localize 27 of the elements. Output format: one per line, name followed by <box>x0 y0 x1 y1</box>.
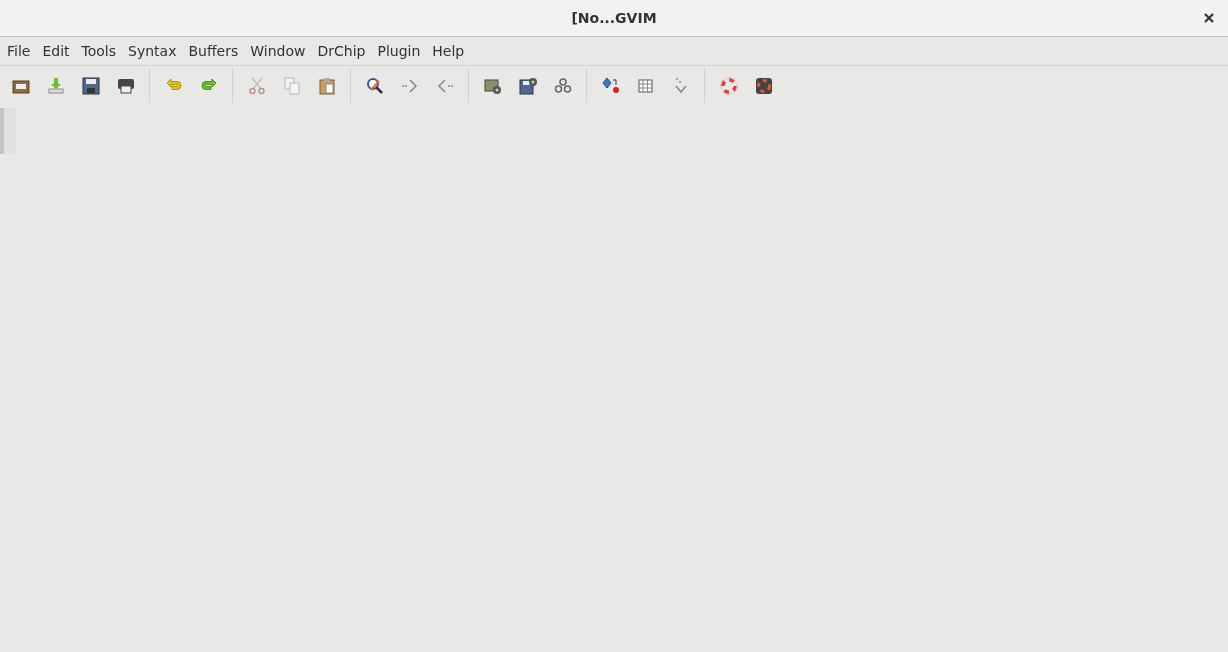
menu-item[interactable]: Tools <box>75 37 123 65</box>
lifebuoy-icon <box>754 77 773 95</box>
menu-item[interactable]: Help <box>426 37 471 65</box>
window-title: [No...GVIM <box>571 10 657 26</box>
copy-icon <box>282 77 301 95</box>
download-icon <box>46 77 65 95</box>
magnifier-icon <box>365 77 384 95</box>
table-grid-icon <box>636 77 655 95</box>
menu-item[interactable]: Edit <box>36 37 76 65</box>
menu-item[interactable]: DrChip <box>311 37 372 65</box>
close-icon <box>1204 13 1214 23</box>
menu-item[interactable]: Plugin <box>371 37 427 65</box>
folder-gear-icon <box>483 77 502 95</box>
gears-icon <box>553 77 572 95</box>
lifebuoy-icon <box>719 77 738 95</box>
menu-item[interactable]: Buffers <box>182 37 245 65</box>
menu-item[interactable]: Syntax <box>122 37 183 65</box>
left-chevron-icon <box>435 77 454 95</box>
right-chevron-icon <box>400 77 419 95</box>
clipboard-icon <box>317 77 336 95</box>
menu-item[interactable]: File <box>1 37 37 65</box>
printer-icon <box>116 77 135 95</box>
folder-icon <box>11 77 30 95</box>
diamond-dot-icon <box>601 77 620 95</box>
floppy-gear-icon <box>518 77 537 95</box>
menu-item[interactable]: Window <box>244 37 312 65</box>
scissors-icon <box>247 77 266 95</box>
